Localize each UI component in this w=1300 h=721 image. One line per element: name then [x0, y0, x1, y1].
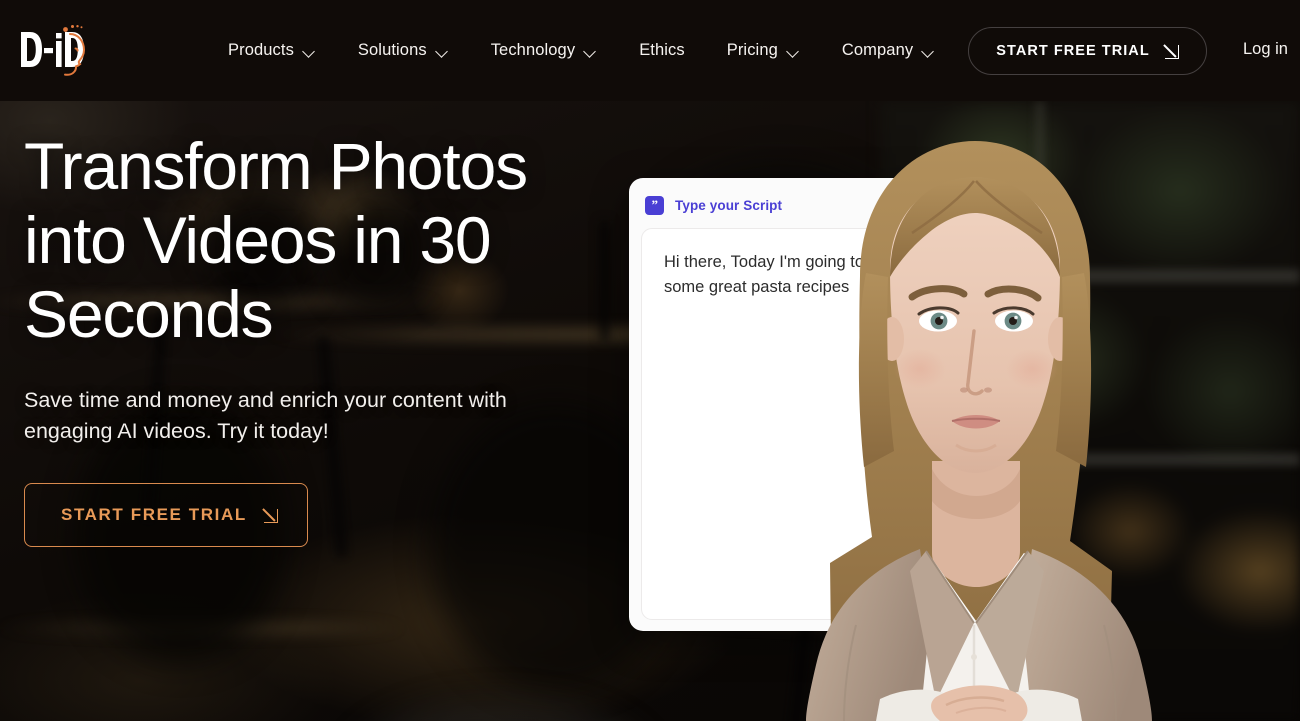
nav-item-label: Technology — [490, 41, 576, 59]
presenter-avatar — [760, 101, 1300, 721]
hero-copy: Transform Photos into Videos in 30 Secon… — [24, 129, 584, 547]
arrow-down-right-icon — [263, 508, 278, 523]
hero-title-line: Transform Photos — [24, 129, 528, 203]
hero-title-line: into Videos in 30 — [24, 203, 492, 277]
quote-mark-icon: ” — [645, 196, 664, 215]
chevron-down-icon — [922, 47, 935, 55]
chevron-down-icon — [303, 47, 316, 55]
nav-item-label: Solutions — [357, 41, 427, 59]
hero-start-free-trial-button[interactable]: START FREE TRIAL — [24, 483, 308, 547]
nav-item-label: Company — [841, 41, 914, 59]
primary-nav: Products Solutions Technology Ethics Pri… — [207, 0, 956, 101]
nav-item-label: Products — [228, 41, 294, 59]
top-navigation-bar: Products Solutions Technology Ethics Pri… — [0, 0, 1300, 101]
hero-subtitle: Save time and money and enrich your cont… — [24, 385, 524, 447]
arrow-down-right-icon — [1164, 44, 1179, 59]
nav-item-solutions[interactable]: Solutions — [337, 33, 470, 68]
page-root: Products Solutions Technology Ethics Pri… — [0, 0, 1300, 721]
navbar-cta-label: START FREE TRIAL — [996, 43, 1150, 59]
nav-item-pricing[interactable]: Pricing — [706, 33, 821, 68]
background-furniture-leg — [600, 221, 609, 341]
chevron-down-icon — [584, 47, 597, 55]
hero-cta-label: START FREE TRIAL — [61, 505, 247, 524]
navbar-start-free-trial-button[interactable]: START FREE TRIAL — [968, 27, 1207, 75]
nav-item-technology[interactable]: Technology — [470, 33, 618, 68]
chevron-down-icon — [787, 47, 800, 55]
nav-item-label: Ethics — [639, 41, 685, 59]
d-id-logo[interactable] — [18, 22, 90, 80]
page-title: Transform Photos into Videos in 30 Secon… — [24, 129, 584, 351]
chevron-down-icon — [436, 47, 449, 55]
nav-item-ethics[interactable]: Ethics — [618, 33, 706, 68]
logo-dots — [63, 25, 83, 32]
nav-item-products[interactable]: Products — [207, 33, 337, 68]
hero-title-line: Seconds — [24, 277, 274, 351]
logo-wordmark — [21, 32, 84, 67]
nav-item-label: Pricing — [726, 41, 778, 59]
presenter-neck — [932, 461, 1020, 587]
nav-item-company[interactable]: Company — [821, 33, 956, 68]
hero-subtitle-line: engaging AI videos. Try it today! — [24, 419, 329, 443]
hero-subtitle-line: Save time and money and enrich your cont… — [24, 388, 507, 412]
login-link[interactable]: Log in — [1243, 40, 1288, 59]
